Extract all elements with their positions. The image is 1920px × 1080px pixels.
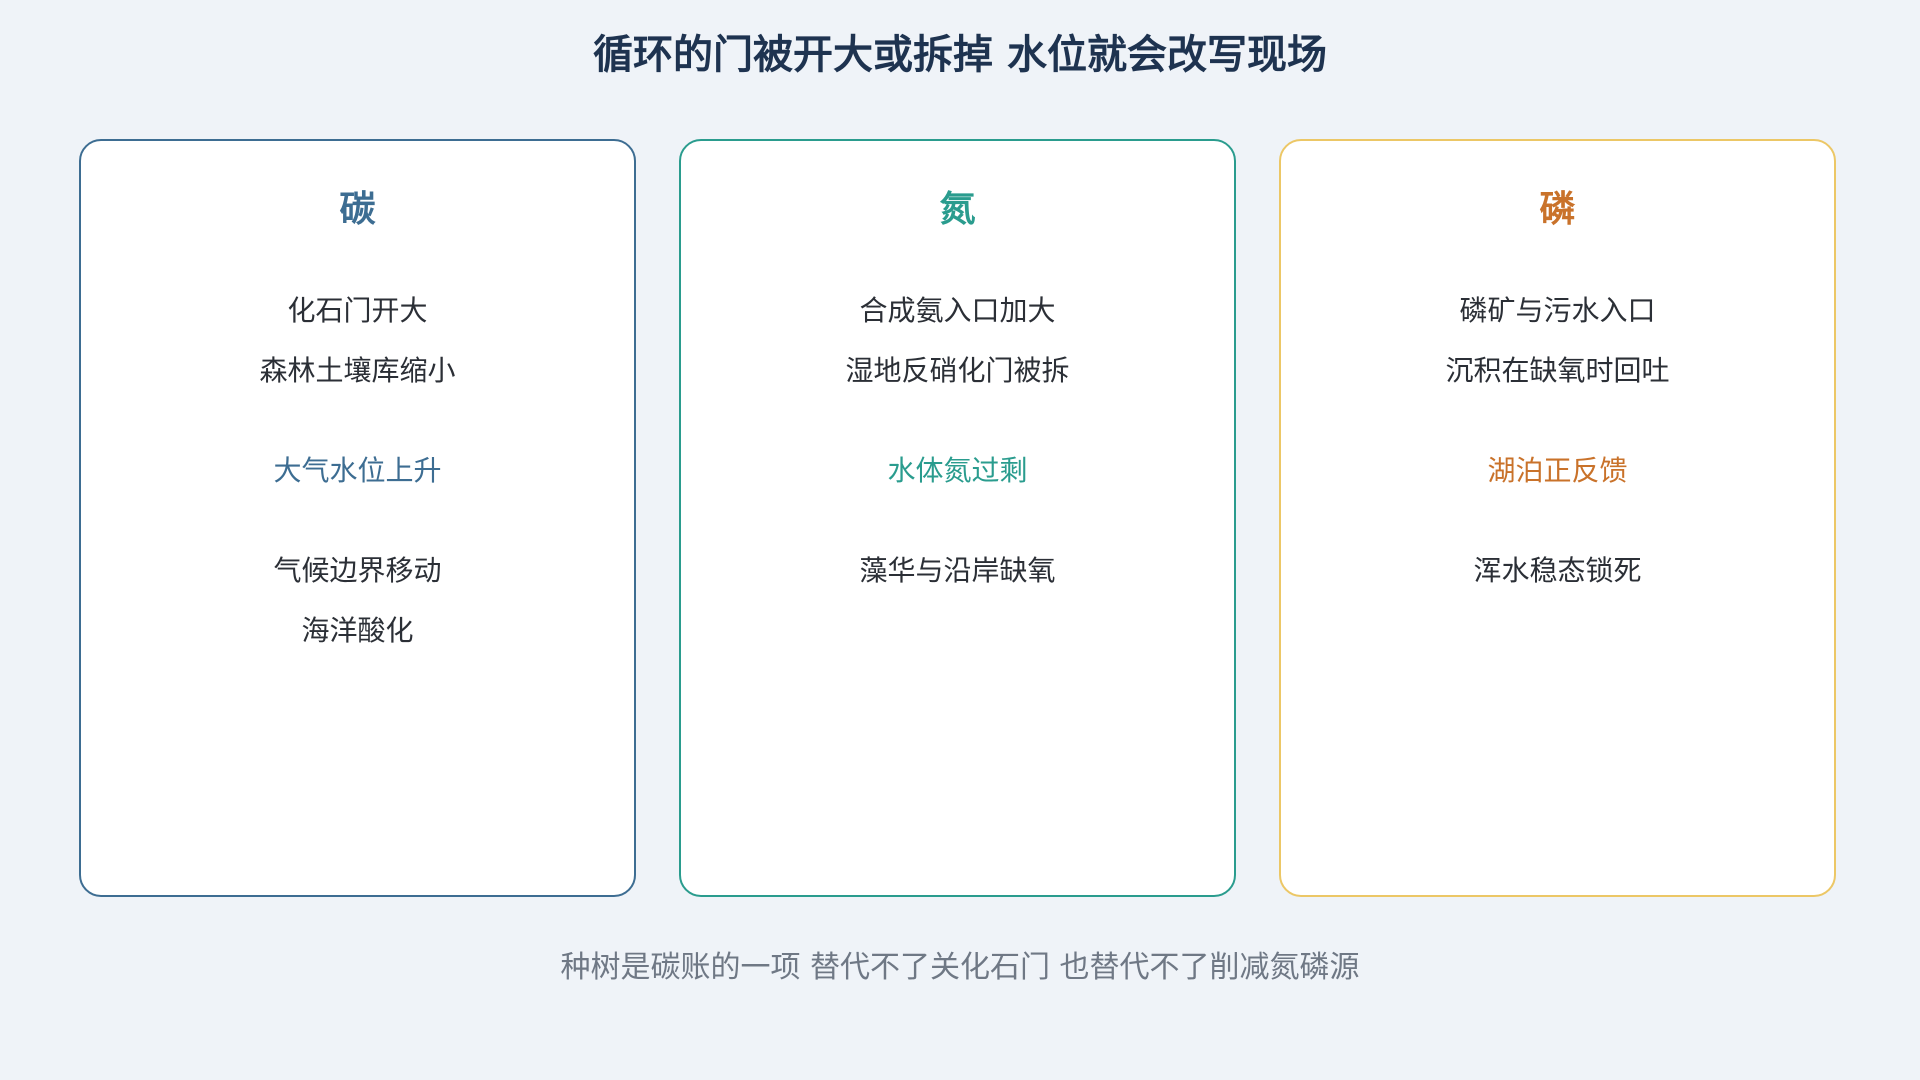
card-title-nitrogen: 氮 (939, 189, 976, 230)
carbon-state: 大气水位上升 (273, 454, 442, 487)
nitrogen-effect-1: 藻华与沿岸缺氧 (859, 554, 1056, 587)
nitrogen-cause-2: 湿地反硝化门被拆 (845, 354, 1070, 387)
card-title-carbon: 碳 (339, 189, 376, 230)
nitrogen-cause-1: 合成氨入口加大 (859, 294, 1056, 327)
carbon-cause-2: 森林土壤库缩小 (259, 354, 456, 387)
phosphorus-effect-1: 浑水稳态锁死 (1473, 554, 1642, 587)
phosphorus-state: 湖泊正反馈 (1487, 454, 1628, 487)
card-carbon: 碳 化石门开大 森林土壤库缩小 大气水位上升 气候边界移动 海洋酸化 (79, 139, 636, 897)
carbon-effect-1: 气候边界移动 (273, 554, 442, 587)
cycle-cards: 碳 化石门开大 森林土壤库缩小 大气水位上升 气候边界移动 海洋酸化 氮 合成氨… (79, 139, 1841, 901)
phosphorus-cause-2: 沉积在缺氧时回吐 (1445, 354, 1670, 387)
page-title: 循环的门被开大或拆掉 水位就会改写现场 (593, 32, 1327, 78)
card-phosphorus: 磷 磷矿与污水入口 沉积在缺氧时回吐 湖泊正反馈 浑水稳态锁死 (1279, 139, 1836, 897)
carbon-effect-2: 海洋酸化 (301, 614, 414, 647)
card-nitrogen: 氮 合成氨入口加大 湿地反硝化门被拆 水体氮过剩 藻华与沿岸缺氧 (679, 139, 1236, 897)
phosphorus-cause-1: 磷矿与污水入口 (1459, 294, 1656, 327)
card-title-phosphorus: 磷 (1539, 189, 1576, 230)
footer-note: 种树是碳账的一项 替代不了关化石门 也替代不了削减氮磷源 (560, 950, 1360, 985)
carbon-cause-1: 化石门开大 (287, 294, 428, 327)
nitrogen-state: 水体氮过剩 (887, 454, 1028, 487)
